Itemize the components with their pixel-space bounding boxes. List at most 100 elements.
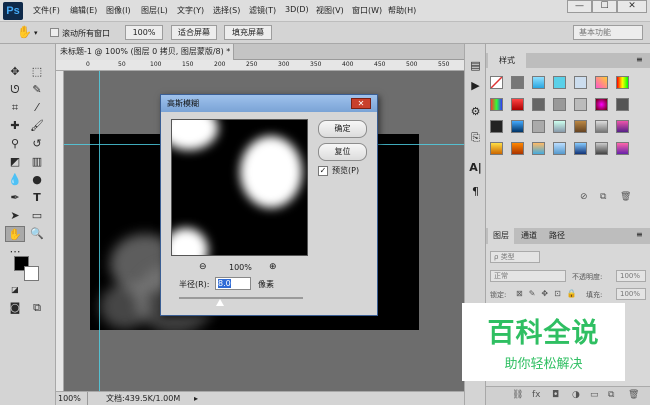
gradient-tool-icon[interactable]: ▥ xyxy=(27,154,47,170)
style-swatch[interactable] xyxy=(595,98,608,111)
panel-menu-icon[interactable]: ≡ xyxy=(636,55,643,64)
eraser-tool-icon[interactable]: ◩ xyxy=(5,154,25,170)
radius-input[interactable]: 8.0 xyxy=(215,277,251,290)
chevron-down-icon[interactable]: ▾ xyxy=(34,29,38,37)
opacity-field[interactable]: 100% xyxy=(616,270,646,282)
properties-icon[interactable]: ⚙ xyxy=(468,104,483,119)
default-colors-icon[interactable]: ◪ xyxy=(5,282,25,298)
dodge-tool-icon[interactable]: ● xyxy=(27,172,47,188)
blur-tool-icon[interactable]: 💧 xyxy=(5,172,25,188)
character-icon[interactable]: A| xyxy=(468,160,483,175)
history-brush-icon[interactable]: ↺ xyxy=(27,136,47,152)
brush-tool-icon[interactable]: 🖌 xyxy=(27,118,47,134)
lock-icons[interactable]: ⊠✎✥⊡🔒 xyxy=(516,289,583,298)
actions-play-icon[interactable]: ▶ xyxy=(468,78,483,93)
style-swatch[interactable] xyxy=(511,98,524,111)
minimize-button[interactable]: — xyxy=(567,0,592,13)
radius-slider-thumb[interactable] xyxy=(216,299,224,306)
menu-3d[interactable]: 3D(D) xyxy=(285,5,309,14)
panel-menu-icon[interactable]: ≡ xyxy=(636,230,643,239)
hand-tool-icon[interactable]: ✋ xyxy=(17,25,32,39)
pen-tool-icon[interactable]: ✒ xyxy=(5,190,25,206)
zoom-in-icon[interactable]: ⊕ xyxy=(269,262,277,272)
reset-button[interactable]: 复位 xyxy=(318,143,367,161)
crop-tool-icon[interactable]: ⌗ xyxy=(5,100,25,116)
style-swatch[interactable] xyxy=(595,142,608,155)
document-tab[interactable]: 未标题-1 @ 100% (图层 0 拷贝, 图层蒙版/8) * ✕ xyxy=(56,44,234,72)
menu-image[interactable]: 图像(I) xyxy=(106,5,131,16)
style-swatch[interactable] xyxy=(511,76,524,89)
style-swatch[interactable] xyxy=(532,76,545,89)
style-swatch[interactable] xyxy=(616,98,629,111)
path-select-icon[interactable]: ➤ xyxy=(5,208,25,224)
shape-tool-icon[interactable]: ▭ xyxy=(27,208,47,224)
style-swatch[interactable] xyxy=(595,76,608,89)
actual-pixels-button[interactable]: 100% xyxy=(125,25,163,40)
zoom-level[interactable]: 100% xyxy=(58,392,88,405)
menu-filter[interactable]: 滤镜(T) xyxy=(249,5,276,16)
new-style-icon[interactable]: ⧉ xyxy=(600,192,606,202)
history-icon[interactable]: ▤ xyxy=(468,58,483,73)
close-window-button[interactable]: ✕ xyxy=(617,0,647,13)
style-swatch[interactable] xyxy=(574,76,587,89)
style-swatch[interactable] xyxy=(553,142,566,155)
menu-file[interactable]: 文件(F) xyxy=(33,5,60,16)
fill-field[interactable]: 100% xyxy=(616,288,646,300)
ok-button[interactable]: 确定 xyxy=(318,120,367,138)
quick-select-tool-icon[interactable]: ✎ xyxy=(27,82,47,98)
hand-tool-icon[interactable]: ✋ xyxy=(5,226,25,242)
link-layers-icon[interactable]: ⛓ xyxy=(512,390,523,400)
dialog-close-button[interactable]: ✕ xyxy=(351,98,371,109)
new-layer-icon[interactable]: ⧉ xyxy=(608,390,614,400)
lasso-tool-icon[interactable]: ᘎ xyxy=(5,82,25,98)
healing-brush-icon[interactable]: ✚ xyxy=(5,118,25,134)
style-swatch[interactable] xyxy=(490,120,503,133)
background-color-swatch[interactable] xyxy=(24,266,39,281)
eyedropper-tool-icon[interactable]: ⁄ xyxy=(27,100,47,116)
add-mask-icon[interactable]: ◘ xyxy=(552,390,559,400)
style-swatch[interactable] xyxy=(532,98,545,111)
marquee-tool-icon[interactable]: ⬚ xyxy=(27,64,47,80)
tab-layers[interactable]: 图层 xyxy=(488,228,514,244)
menu-view[interactable]: 视图(V) xyxy=(316,5,344,16)
style-swatch[interactable] xyxy=(553,76,566,89)
style-swatch[interactable] xyxy=(532,120,545,133)
quick-mask-icon[interactable]: ◙ xyxy=(5,300,25,316)
layer-kind-filter[interactable]: ρ 类型 xyxy=(490,251,540,263)
style-swatch[interactable] xyxy=(511,142,524,155)
screen-mode-icon[interactable]: ⧉ xyxy=(27,300,47,316)
style-swatch[interactable] xyxy=(616,120,629,133)
zoom-out-icon[interactable]: ⊖ xyxy=(199,262,207,272)
blend-mode-select[interactable]: 正常 xyxy=(490,270,566,282)
tab-channels[interactable]: 通道 xyxy=(516,228,542,244)
type-tool-icon[interactable]: T xyxy=(27,190,47,206)
status-menu-icon[interactable]: ▸ xyxy=(194,392,198,405)
style-swatch[interactable] xyxy=(616,142,629,155)
menu-edit[interactable]: 编辑(E) xyxy=(70,5,97,16)
menu-window[interactable]: 窗口(W) xyxy=(352,5,382,16)
restore-button[interactable]: ☐ xyxy=(592,0,617,13)
style-swatch[interactable] xyxy=(490,142,503,155)
clear-style-icon[interactable]: ⊘ xyxy=(580,192,588,202)
style-swatch[interactable] xyxy=(553,98,566,111)
zoom-tool-icon[interactable]: 🔍 xyxy=(27,226,47,242)
style-swatch[interactable] xyxy=(574,98,587,111)
group-icon[interactable]: ▭ xyxy=(590,390,599,400)
fx-icon[interactable]: fx xyxy=(532,390,541,400)
style-swatch[interactable] xyxy=(532,142,545,155)
clone-stamp-icon[interactable]: ⚲ xyxy=(5,136,25,152)
style-swatch[interactable] xyxy=(553,120,566,133)
clone-source-icon[interactable]: ⎘ xyxy=(468,130,483,145)
style-swatch[interactable] xyxy=(490,98,503,111)
menu-select[interactable]: 选择(S) xyxy=(213,5,240,16)
dialog-title[interactable]: 高斯模糊 xyxy=(161,95,377,112)
guide-line[interactable] xyxy=(99,71,100,391)
style-swatch-none[interactable] xyxy=(490,76,503,89)
menu-type[interactable]: 文字(Y) xyxy=(177,5,204,16)
tab-paths[interactable]: 路径 xyxy=(544,228,570,244)
style-swatch[interactable] xyxy=(574,120,587,133)
style-swatch[interactable] xyxy=(574,142,587,155)
workspace-select[interactable]: 基本功能 xyxy=(573,25,643,40)
delete-style-icon[interactable]: 🗑 xyxy=(620,192,631,202)
delete-layer-icon[interactable]: 🗑 xyxy=(628,390,639,400)
